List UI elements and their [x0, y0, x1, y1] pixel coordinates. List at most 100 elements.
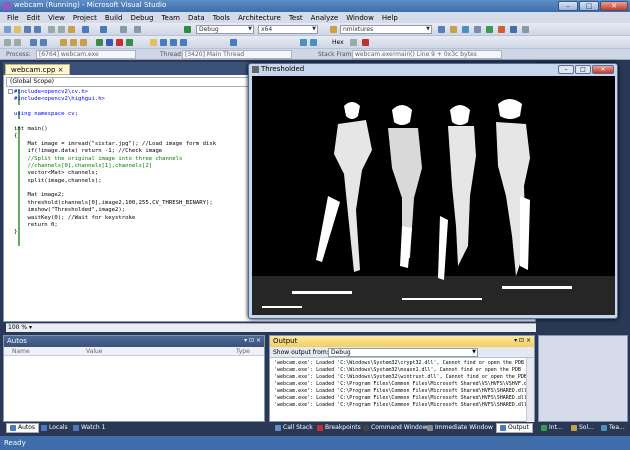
- panel-pin-icon[interactable]: ▾ ⊡ ×: [514, 337, 531, 344]
- thread-dropdown[interactable]: [3420] Main Thread: [182, 50, 292, 59]
- menu-item-team[interactable]: Team: [157, 14, 184, 22]
- code-line[interactable]: int main(): [14, 126, 254, 133]
- continue-icon[interactable]: [184, 26, 191, 33]
- cv-close-button[interactable]: ✕: [592, 65, 614, 74]
- tab-watch-1[interactable]: Watch 1: [70, 423, 108, 433]
- menu-item-window[interactable]: Window: [342, 14, 378, 22]
- output-panel[interactable]: Output ▾ ⊡ × Show output from: Debug ▼ 'we…: [269, 335, 535, 423]
- code-line[interactable]: #include<opencv2\highgui.h>: [14, 96, 254, 103]
- tab-breakpoints[interactable]: Breakpoints: [314, 423, 364, 433]
- toolbox-icon[interactable]: [486, 26, 493, 33]
- outdent-icon[interactable]: [40, 39, 47, 46]
- restart-icon[interactable]: [126, 39, 133, 46]
- tab-intellitrace[interactable]: Int...: [538, 423, 566, 433]
- code-line[interactable]: //Split the original image into three ch…: [14, 156, 254, 163]
- threads-icon[interactable]: [300, 39, 307, 46]
- extension-manager-icon[interactable]: [510, 26, 517, 33]
- code-line[interactable]: [14, 185, 254, 192]
- code-line[interactable]: imshow("Thresholded",image2);: [14, 207, 254, 214]
- stack-frame-icon[interactable]: [350, 39, 357, 46]
- menu-item-build[interactable]: Build: [101, 14, 127, 22]
- tab-team-explorer[interactable]: Tea...: [598, 423, 628, 433]
- find-icon[interactable]: [438, 26, 445, 33]
- next-bookmark-icon[interactable]: [70, 39, 77, 46]
- code-line[interactable]: }: [14, 229, 254, 236]
- step-into-icon[interactable]: [160, 39, 167, 46]
- output-scrollbar[interactable]: [526, 358, 534, 423]
- menu-item-file[interactable]: File: [3, 14, 23, 22]
- thresholded-window[interactable]: Thresholded – □ ✕: [248, 63, 618, 319]
- tab-locals[interactable]: Locals: [38, 423, 71, 433]
- show-output-from-dropdown[interactable]: Debug ▼: [328, 348, 478, 357]
- step-out-icon[interactable]: [180, 39, 187, 46]
- code-line[interactable]: vector<Mat> channels;: [14, 170, 254, 177]
- minimize-button[interactable]: –: [558, 1, 578, 11]
- start-page-icon[interactable]: [498, 26, 505, 33]
- code-line[interactable]: Mat image2;: [14, 192, 254, 199]
- menu-item-project[interactable]: Project: [69, 14, 101, 22]
- save-icon[interactable]: [24, 26, 31, 33]
- code-line[interactable]: if(!image.data) return -1; //Check image: [14, 148, 254, 155]
- menu-item-architecture[interactable]: Architecture: [234, 14, 285, 22]
- code-line[interactable]: [14, 104, 254, 111]
- zoom-level[interactable]: 100 % ▾: [6, 323, 536, 332]
- tab-close-icon[interactable]: ×: [58, 66, 64, 74]
- new-project-icon[interactable]: [4, 26, 11, 33]
- step-over-icon[interactable]: [170, 39, 177, 46]
- properties-icon[interactable]: [462, 26, 469, 33]
- break-all-icon[interactable]: [106, 39, 113, 46]
- code-line[interactable]: waitKey(0); //Wait for keystroke: [14, 215, 254, 222]
- exceptions-icon[interactable]: [362, 39, 369, 46]
- copy-icon[interactable]: [58, 26, 65, 33]
- code-line[interactable]: #include<opencv2\cv.h>: [14, 89, 254, 96]
- menu-item-data[interactable]: Data: [184, 14, 209, 22]
- cv-maximize-button[interactable]: □: [575, 65, 591, 74]
- collapse-icon[interactable]: [8, 89, 13, 94]
- menu-item-test[interactable]: Test: [285, 14, 307, 22]
- hex-toggle[interactable]: Hex: [332, 39, 344, 46]
- menu-item-debug[interactable]: Debug: [126, 14, 157, 22]
- comment-icon[interactable]: [4, 39, 11, 46]
- tab-output[interactable]: Output: [496, 423, 533, 433]
- prev-bookmark-icon[interactable]: [80, 39, 87, 46]
- open-file-icon[interactable]: [14, 26, 21, 33]
- menu-item-tools[interactable]: Tools: [209, 14, 234, 22]
- column-name[interactable]: Name: [12, 348, 30, 355]
- object-browser-icon[interactable]: [474, 26, 481, 33]
- redo-icon[interactable]: [100, 26, 107, 33]
- menu-item-help[interactable]: Help: [378, 14, 402, 22]
- find-in-files-icon[interactable]: [330, 26, 337, 33]
- code-line[interactable]: Mat image = imread("sistar.jpg"); //Load…: [14, 141, 254, 148]
- cv-minimize-button[interactable]: –: [558, 65, 574, 74]
- find-combo[interactable]: nmixtures ▼: [340, 25, 432, 34]
- tab-autos[interactable]: Autos: [6, 423, 40, 433]
- output-text[interactable]: 'webcam.exe': Loaded 'C:\Windows\System3…: [270, 358, 534, 418]
- panel-pin-icon[interactable]: ▾ ⊡ ×: [244, 337, 261, 344]
- menu-item-analyze[interactable]: Analyze: [307, 14, 343, 22]
- scope-dropdown[interactable]: (Global Scope): [6, 77, 276, 87]
- bookmark-icon[interactable]: [60, 39, 67, 46]
- maximize-button[interactable]: □: [579, 1, 599, 11]
- menu-item-view[interactable]: View: [44, 14, 69, 22]
- code-line[interactable]: [14, 119, 254, 126]
- tab-command-window[interactable]: Command Window: [360, 423, 430, 433]
- code-line[interactable]: {: [14, 133, 254, 140]
- source-code[interactable]: #include<opencv2\cv.h> #include<opencv2\h…: [14, 89, 254, 237]
- solution-explorer-icon[interactable]: [450, 26, 457, 33]
- continue-debug-icon[interactable]: [96, 39, 103, 46]
- solution-config-dropdown[interactable]: Debug ▼: [196, 25, 254, 34]
- undo-icon[interactable]: [82, 26, 89, 33]
- close-button[interactable]: ✕: [600, 1, 628, 11]
- autos-panel[interactable]: Autos ▾ ⊡ × Name Value Type: [3, 335, 265, 422]
- breakpoint-icon[interactable]: [230, 39, 237, 46]
- code-line[interactable]: //channels[0],channels[1],channels[2]: [14, 163, 254, 170]
- paste-icon[interactable]: [68, 26, 75, 33]
- save-all-icon[interactable]: [34, 26, 41, 33]
- column-type[interactable]: Type: [236, 348, 250, 355]
- toolbar-overflow-icon[interactable]: [522, 26, 529, 33]
- tab-call-stack[interactable]: Call Stack: [272, 423, 316, 433]
- tab-solution-explorer[interactable]: Sol...: [568, 423, 597, 433]
- stop-debugging-icon[interactable]: [116, 39, 123, 46]
- platform-dropdown[interactable]: x64 ▼: [258, 25, 318, 34]
- stack-frame-dropdown[interactable]: webcam.exe!main() Line 9 + 0x3c bytes: [352, 50, 502, 59]
